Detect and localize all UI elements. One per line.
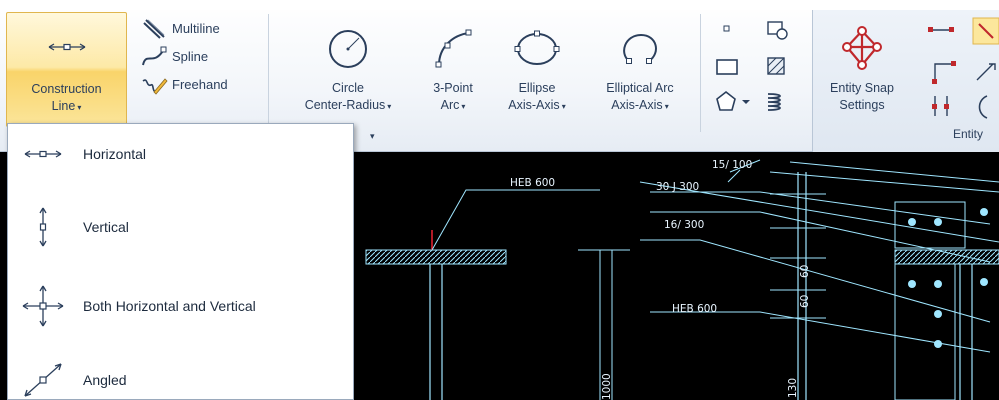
freehand-button[interactable]: Freehand xyxy=(140,70,228,98)
cad-label: 1000 xyxy=(601,373,613,400)
point-icon[interactable] xyxy=(723,25,730,32)
construction-line-label-2: Line xyxy=(51,99,76,113)
freehand-label: Freehand xyxy=(172,76,228,92)
menu-item-both[interactable]: Both Horizontal and Vertical xyxy=(8,284,353,328)
circle-icon xyxy=(326,18,370,80)
construction-line-label: Construction xyxy=(31,82,102,96)
endpoint-snap-icon[interactable] xyxy=(928,27,954,32)
angled-line-icon xyxy=(8,360,78,400)
construction-line-button[interactable]: Construction Line ▾ xyxy=(6,12,127,127)
cad-label: 16/ 300 xyxy=(664,219,704,231)
arc-label-2: Arc xyxy=(440,98,460,112)
arc-icon xyxy=(431,18,475,80)
circle-label-2: Center-Radius xyxy=(304,98,386,112)
ellipse-button[interactable]: Ellipse Axis-Axis ▾ xyxy=(490,18,584,115)
tangent-snap-icon[interactable] xyxy=(976,63,996,81)
ellipse-caret[interactable]: ▾ xyxy=(562,102,566,111)
entity-snap-settings-button[interactable]: Entity Snap Settings xyxy=(816,18,908,114)
ellipse-label: Ellipse xyxy=(518,81,556,95)
polygon-icon[interactable] xyxy=(716,90,750,111)
cad-label: HEB 600 xyxy=(510,177,555,189)
midpoint-snap-icon[interactable] xyxy=(932,96,949,116)
entity-group-footer: Entity xyxy=(953,127,984,141)
cad-label: 30 J 300 xyxy=(656,181,699,193)
spline-icon xyxy=(142,46,167,66)
small-draw-buttons: Multiline Spline Freehand xyxy=(140,14,228,98)
ribbon-separator xyxy=(700,14,701,132)
cad-label: 130 xyxy=(787,378,799,398)
menu-item-vertical[interactable]: Vertical xyxy=(8,206,353,248)
construction-line-dropdown: Horizontal Vertical Both Horizontal and … xyxy=(7,123,354,400)
circle-button[interactable]: Circle Center-Radius ▾ xyxy=(278,18,418,115)
menu-item-horizontal[interactable]: Horizontal xyxy=(8,146,353,162)
snap-icon-grid xyxy=(925,16,999,129)
cad-label: 60 xyxy=(799,295,811,308)
menu-item-label: Vertical xyxy=(83,219,129,235)
rectangle-icon[interactable] xyxy=(716,59,738,75)
spline-button[interactable]: Spline xyxy=(140,42,228,70)
ribbon-top-strip xyxy=(0,0,999,10)
freehand-icon xyxy=(142,78,168,95)
cad-label: HEB 600 xyxy=(672,303,717,315)
ribbon-separator xyxy=(268,14,269,132)
spline-label: Spline xyxy=(172,48,209,64)
multiline-label: Multiline xyxy=(172,20,220,36)
cross-line-icon xyxy=(8,284,78,328)
construction-line-caret[interactable]: ▾ xyxy=(77,103,81,112)
active-snap-icon[interactable] xyxy=(972,17,999,45)
horizontal-line-icon xyxy=(8,147,78,161)
vertical-line-icon xyxy=(8,206,78,248)
helix-icon[interactable] xyxy=(767,93,781,111)
entity-snap-label: Entity Snap xyxy=(830,81,894,95)
ellipse-label-2: Axis-Axis xyxy=(508,98,560,112)
multiline-icon xyxy=(143,19,165,39)
ellipse-icon xyxy=(514,18,560,80)
circle-caret[interactable]: ▾ xyxy=(387,102,391,111)
entity-snap-label-2: Settings xyxy=(839,98,885,112)
menu-item-label: Both Horizontal and Vertical xyxy=(83,298,256,314)
elliptical-arc-button[interactable]: Elliptical Arc Axis-Axis ▾ xyxy=(584,18,696,115)
cad-label: 60 xyxy=(799,265,811,278)
region-icon[interactable] xyxy=(767,21,788,40)
entity-snap-icon xyxy=(837,18,887,80)
construction-line-icon xyxy=(47,13,87,81)
arc-label: 3-Point xyxy=(433,81,473,95)
cad-label: 15/ 100 xyxy=(712,159,752,171)
menu-item-label: Horizontal xyxy=(83,146,147,162)
elliptical-arc-caret[interactable]: ▾ xyxy=(665,102,669,111)
arc-button[interactable]: 3-Point Arc ▾ xyxy=(420,18,486,115)
center-snap-icon[interactable] xyxy=(978,95,988,119)
circle-label: Circle xyxy=(332,81,364,95)
elliptical-arc-label-2: Axis-Axis xyxy=(611,98,663,112)
arc-caret[interactable]: ▾ xyxy=(461,102,465,111)
perpendicular-snap-icon[interactable] xyxy=(932,61,956,84)
multiline-button[interactable]: Multiline xyxy=(140,14,228,42)
menu-item-angled[interactable]: Angled xyxy=(8,360,353,400)
shape-icon-grid xyxy=(710,16,810,129)
menu-item-label: Angled xyxy=(83,372,127,388)
elliptical-arc-label: Elliptical Arc xyxy=(606,81,674,95)
hatch-icon[interactable] xyxy=(767,57,785,75)
elliptical-arc-icon xyxy=(617,18,663,80)
draw-group-expand-caret[interactable]: ▾ xyxy=(370,131,375,151)
